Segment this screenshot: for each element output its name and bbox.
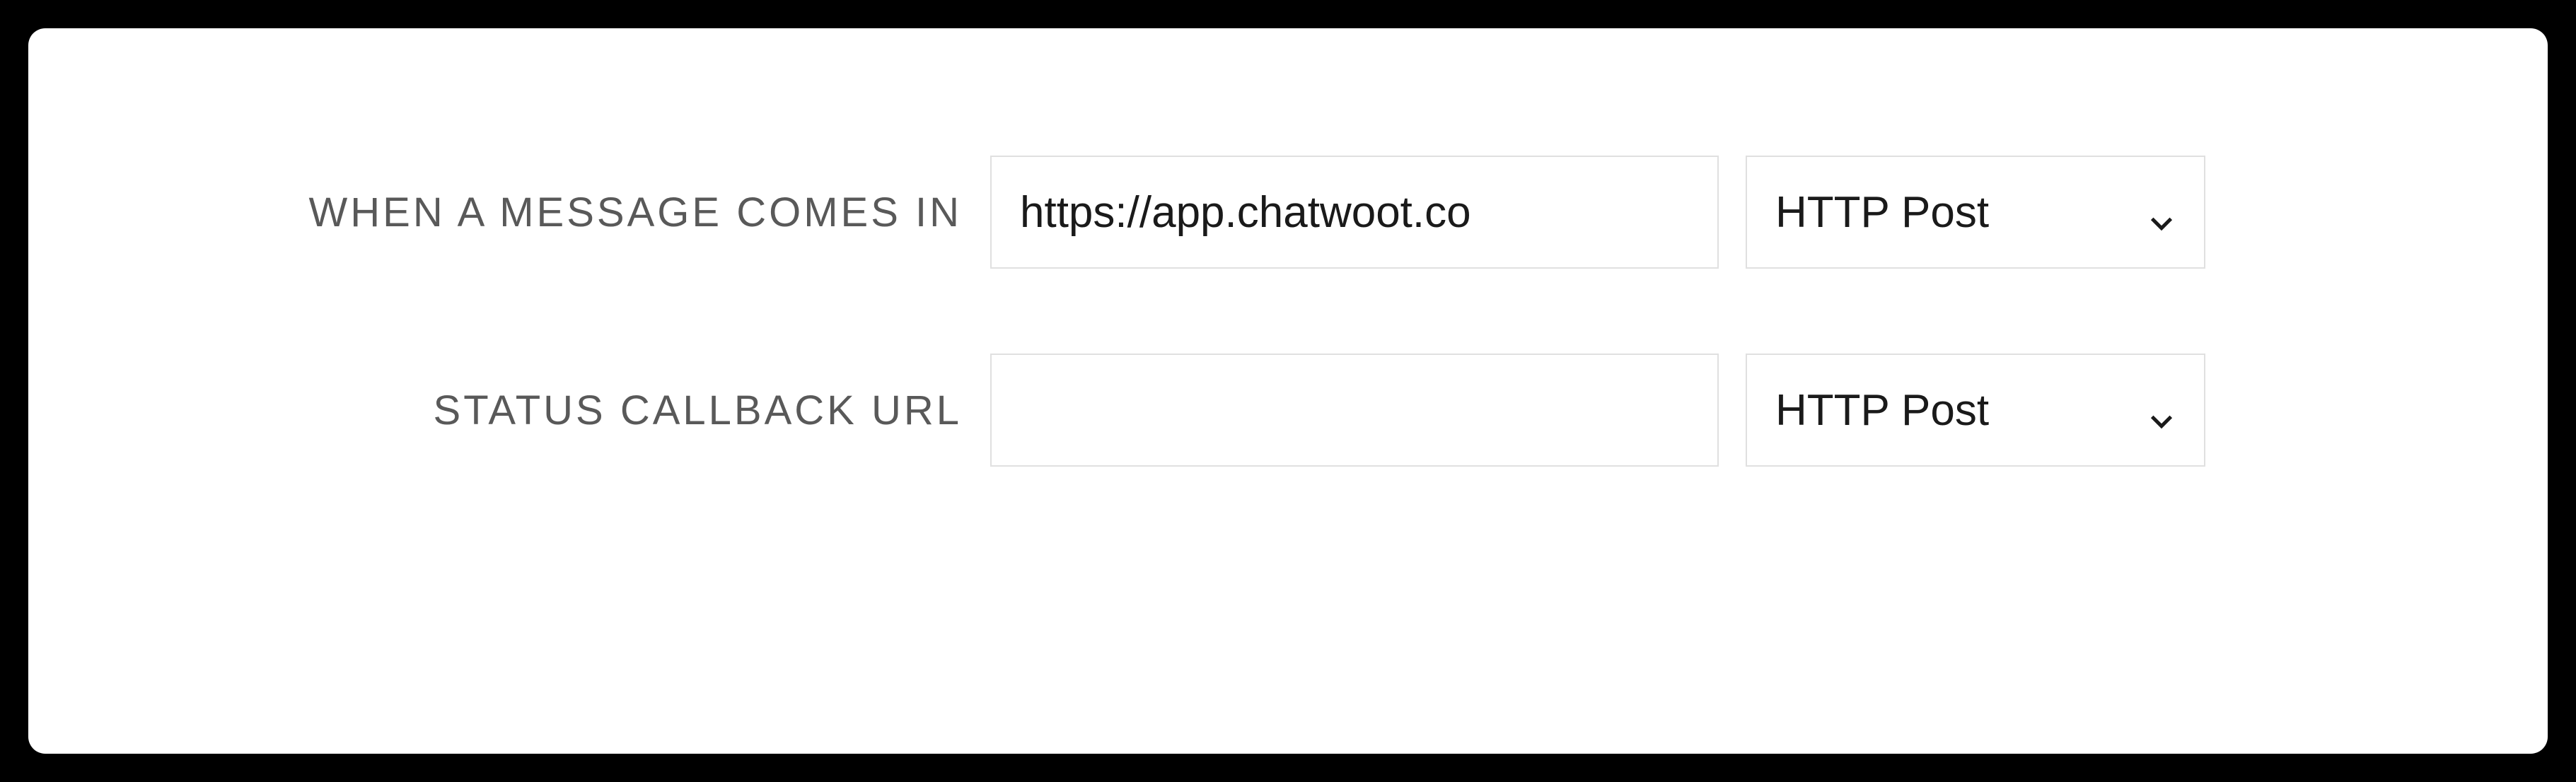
chevron-down-icon (2147, 396, 2176, 424)
status-callback-method-select[interactable]: HTTP Post (1746, 354, 2205, 467)
message-comes-in-label: WHEN A MESSAGE COMES IN (113, 189, 962, 236)
chevron-down-icon (2147, 198, 2176, 226)
select-value: HTTP Post (1775, 385, 2126, 436)
message-comes-in-method-select[interactable]: HTTP Post (1746, 156, 2205, 269)
select-value: HTTP Post (1775, 187, 2126, 238)
message-comes-in-url-input[interactable] (990, 156, 1719, 269)
status-callback-url-input[interactable] (990, 354, 1719, 467)
message-comes-in-row: WHEN A MESSAGE COMES IN HTTP Post (113, 156, 2463, 269)
settings-card: WHEN A MESSAGE COMES IN HTTP Post STATUS… (28, 28, 2548, 754)
status-callback-label: STATUS CALLBACK URL (113, 387, 962, 434)
status-callback-row: STATUS CALLBACK URL HTTP Post (113, 354, 2463, 467)
